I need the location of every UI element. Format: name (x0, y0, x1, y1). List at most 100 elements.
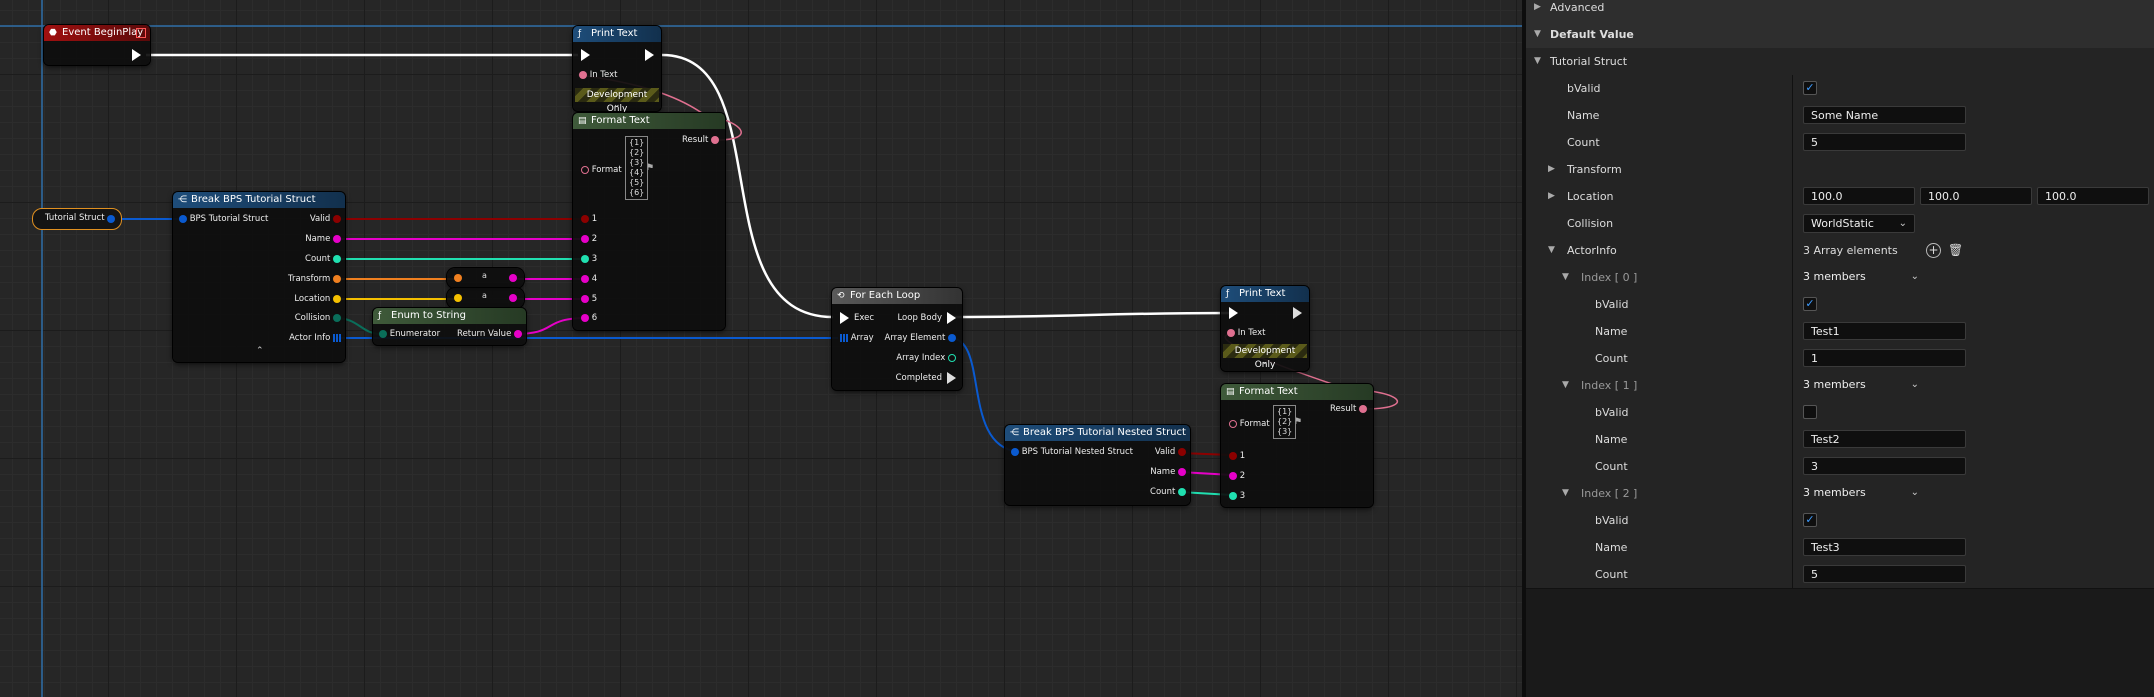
format-arg-pin-2[interactable]: 2 (581, 233, 597, 245)
exec-in-pin[interactable] (840, 312, 849, 324)
element-1-count-input[interactable]: 3 (1803, 457, 1966, 475)
default-value-category[interactable]: ▼ Default Value (1526, 21, 2154, 49)
expand-arrow-icon[interactable]: ▶ (1534, 0, 1541, 21)
element-2-name-input[interactable]: Test3 (1803, 538, 1966, 556)
chevron-down-icon[interactable]: ⌄ (1261, 357, 1269, 367)
element-1-bvalid-checkbox[interactable] (1803, 405, 1817, 419)
element-0-count-input[interactable]: 1 (1803, 349, 1966, 367)
location-z-input[interactable]: 100.0 (2037, 187, 2149, 205)
transform-output-pin[interactable]: Transform (288, 273, 341, 285)
localization-flag-icon[interactable]: ⚑ (646, 163, 654, 173)
collapse-arrow-icon[interactable]: ▼ (1534, 21, 1541, 48)
break-nested-struct-node[interactable]: ⋲ Break BPS Tutorial Nested Struct BPS T… (1005, 425, 1190, 505)
valid-output-pin[interactable]: Valid (310, 213, 341, 225)
element-2-bvalid-checkbox[interactable]: ✓ (1803, 513, 1817, 527)
exec-out-pin[interactable] (645, 49, 654, 61)
format-arg-pin-1[interactable]: 1 (581, 213, 597, 225)
array-index-pin[interactable]: Array Index (896, 352, 956, 364)
tutorial-struct-row[interactable]: ▼ Tutorial Struct (1526, 48, 2154, 76)
array-element-2-row[interactable]: ▼ Index [ 2 ] 3 members ⌄ (1526, 480, 2154, 508)
enumerator-pin[interactable]: Enumerator (379, 328, 440, 340)
result-pin[interactable]: Result (1330, 403, 1367, 415)
break-tutorial-struct-node[interactable]: ⋲ Break BPS Tutorial Struct BPS Tutorial… (173, 192, 345, 362)
loop-body-exec-pin[interactable] (947, 312, 956, 324)
name-output-pin[interactable]: Name (305, 233, 341, 245)
location-output-pin[interactable]: Location (294, 293, 341, 305)
collapse-arrow-icon[interactable]: ▼ (1548, 237, 1555, 264)
exec-in-pin[interactable] (581, 49, 590, 61)
element-2-count-input[interactable]: 5 (1803, 565, 1966, 583)
format-arg-pin-1[interactable]: 1 (1229, 450, 1245, 462)
chevron-down-icon[interactable]: ⌄ (613, 100, 621, 110)
element-2-members-dropdown[interactable]: 3 members ⌄ (1796, 484, 1926, 503)
array-element-1-row[interactable]: ▼ Index [ 1 ] 3 members ⌄ (1526, 372, 2154, 400)
advanced-category[interactable]: ▶ Advanced (1526, 0, 2154, 22)
collapse-arrow-icon[interactable]: ▼ (1562, 480, 1569, 507)
in-text-pin[interactable]: In Text (579, 69, 618, 81)
format-text-node-2[interactable]: ▤ Format Text Format {1} {2} {3} ⚑ Resul… (1221, 384, 1373, 507)
localization-flag-icon[interactable]: ⚑ (1294, 417, 1302, 427)
blueprint-graph[interactable]: ⬣ Event BeginPlay ƒ Print Text In Text D… (0, 0, 1522, 697)
transform-to-string-conversion-node[interactable]: a (447, 268, 524, 288)
struct-input-pin[interactable]: BPS Tutorial Struct (179, 213, 268, 225)
element-0-name-input[interactable]: Test1 (1803, 322, 1966, 340)
format-arg-pin-6[interactable]: 6 (581, 312, 597, 324)
collapse-arrow-icon[interactable]: ▼ (1562, 372, 1569, 399)
transform-row[interactable]: ▶ Transform (1526, 156, 2154, 184)
result-pin[interactable]: Result (682, 134, 719, 146)
format-pin[interactable]: Format (1229, 418, 1270, 430)
nested-count-pin[interactable]: Count (1150, 486, 1186, 498)
format-arg-pin-3[interactable]: 3 (1229, 490, 1245, 502)
add-element-icon[interactable]: + (1926, 243, 1941, 258)
print-text-node-1[interactable]: ƒ Print Text In Text Development Only ⌄ (573, 26, 661, 114)
nested-name-pin[interactable]: Name (1150, 466, 1186, 478)
nested-valid-pin[interactable]: Valid (1155, 446, 1186, 458)
element-1-name-input[interactable]: Test2 (1803, 430, 1966, 448)
enum-to-string-node[interactable]: ƒ Enum to String Enumerator Return Value (373, 308, 526, 345)
element-0-bvalid-checkbox[interactable]: ✓ (1803, 297, 1817, 311)
element-0-members-dropdown[interactable]: 3 members ⌄ (1796, 268, 1926, 287)
collapse-arrow-icon[interactable]: ▼ (1562, 264, 1569, 291)
count-input[interactable]: 5 (1803, 133, 1966, 151)
format-pin[interactable]: Format (581, 164, 622, 176)
return-value-pin[interactable]: Return Value (457, 328, 522, 340)
format-arg-pin-5[interactable]: 5 (581, 293, 597, 305)
nested-struct-input-pin[interactable]: BPS Tutorial Nested Struct (1011, 446, 1133, 458)
struct-pin-dot[interactable] (107, 215, 115, 223)
exec-out-pin[interactable] (132, 49, 141, 61)
event-begin-play-node[interactable]: ⬣ Event BeginPlay (44, 25, 150, 65)
array-element-pin[interactable]: Array Element (885, 332, 956, 344)
expand-arrow-icon[interactable]: ▶ (1548, 156, 1555, 183)
exec-out-pin[interactable] (1293, 307, 1302, 319)
for-each-loop-node[interactable]: ⟲ For Each Loop Exec Array Loop Body Arr… (832, 288, 962, 390)
location-to-string-conversion-node[interactable]: a (447, 288, 524, 308)
collision-dropdown[interactable]: WorldStatic ⌄ (1803, 214, 1915, 233)
array-element-0-row[interactable]: ▼ Index [ 0 ] 3 members ⌄ (1526, 264, 2154, 292)
element-1-members-dropdown[interactable]: 3 members ⌄ (1796, 376, 1926, 395)
location-y-input[interactable]: 100.0 (1920, 187, 2032, 205)
format-string-box[interactable]: {1} {2} {3} (1273, 405, 1297, 439)
count-output-pin[interactable]: Count (305, 253, 341, 265)
bvalid-checkbox[interactable]: ✓ (1803, 81, 1817, 95)
element-2-name-row: Name Test3 (1526, 534, 2154, 562)
actor-info-row[interactable]: ▼ ActorInfo 3 Array elements + 🗑 (1526, 237, 2154, 265)
print-text-node-2[interactable]: ƒ Print Text In Text Development Only ⌄ (1221, 286, 1309, 371)
completed-exec-pin[interactable] (947, 372, 956, 384)
exec-in-pin[interactable] (1229, 307, 1238, 319)
collapse-arrow-icon[interactable]: ▼ (1534, 48, 1541, 75)
actor-info-output-pin[interactable]: Actor Info (289, 332, 341, 344)
array-input-pin[interactable]: Array (840, 332, 874, 344)
location-x-input[interactable]: 100.0 (1803, 187, 1915, 205)
collision-output-pin[interactable]: Collision (295, 312, 341, 324)
expand-arrow-icon[interactable]: ▶ (1548, 183, 1555, 210)
collapse-chevron-up-icon[interactable]: ⌃ (256, 346, 264, 356)
format-arg-pin-4[interactable]: 4 (581, 273, 597, 285)
trash-icon[interactable]: 🗑 (1948, 243, 1963, 258)
format-arg-pin-3[interactable]: 3 (581, 253, 597, 265)
format-string-box[interactable]: {1} {2} {3} {4} {5} {6} (625, 136, 649, 200)
tutorial-struct-variable-node[interactable]: Tutorial Struct (32, 208, 122, 230)
format-arg-pin-2[interactable]: 2 (1229, 470, 1245, 482)
format-text-node-1[interactable]: ▤ Format Text Format {1} {2} {3} {4} {5}… (573, 113, 725, 330)
in-text-pin[interactable]: In Text (1227, 327, 1266, 339)
name-input[interactable]: Some Name (1803, 106, 1966, 124)
